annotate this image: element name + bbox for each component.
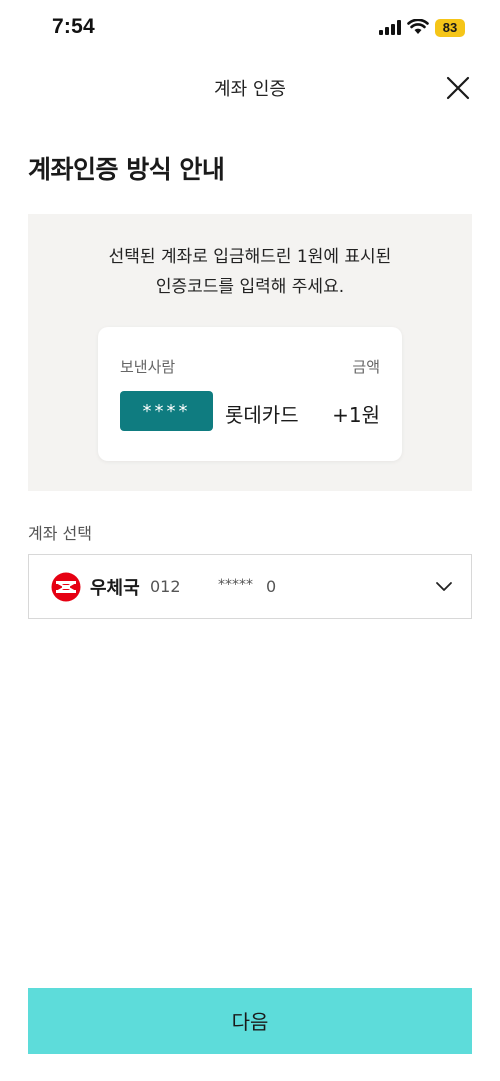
auth-code-mask: ****	[120, 391, 213, 431]
amount-label: 금액	[352, 358, 380, 376]
bank-name: 우체국	[90, 578, 140, 599]
wifi-icon	[407, 19, 429, 34]
status-bar: 7:54 83	[0, 0, 500, 56]
auth-code-text: ****	[142, 401, 191, 422]
account-select-label: 계좌 선택	[28, 524, 92, 543]
deposit-card: 보낸사람 금액 **** 롯데카드 +1원	[98, 327, 402, 461]
next-button[interactable]: 다음	[28, 988, 472, 1054]
header-title: 계좌 인증	[214, 79, 286, 100]
signal-icon	[379, 20, 401, 35]
amount-value: +1원	[332, 403, 380, 427]
sender-name: 롯데카드	[225, 403, 299, 427]
page-title: 계좌인증 방식 안내	[28, 155, 225, 184]
chevron-down-icon	[436, 582, 452, 591]
instruction-line-1: 선택된 계좌로 입금해드린 1원에 표시된	[108, 247, 392, 267]
sender-label: 보낸사람	[120, 358, 176, 376]
account-number-masked: *****	[218, 577, 253, 593]
status-time: 7:54	[52, 15, 95, 38]
instruction-line-2: 인증코드를 입력해 주세요.	[155, 277, 345, 297]
close-button[interactable]	[444, 74, 472, 102]
close-icon	[446, 76, 470, 100]
battery-badge: 83	[435, 19, 465, 37]
instruction-text: 선택된 계좌로 입금해드린 1원에 표시된 인증코드를 입력해 주세요.	[28, 242, 472, 302]
account-number-suffix: 0	[266, 577, 277, 596]
bank-logo-icon	[51, 572, 81, 602]
account-select[interactable]: 우체국 012 ***** 0	[28, 554, 472, 619]
info-panel: 선택된 계좌로 입금해드린 1원에 표시된 인증코드를 입력해 주세요. 보낸사…	[28, 214, 472, 491]
account-number-prefix: 012	[150, 577, 181, 596]
